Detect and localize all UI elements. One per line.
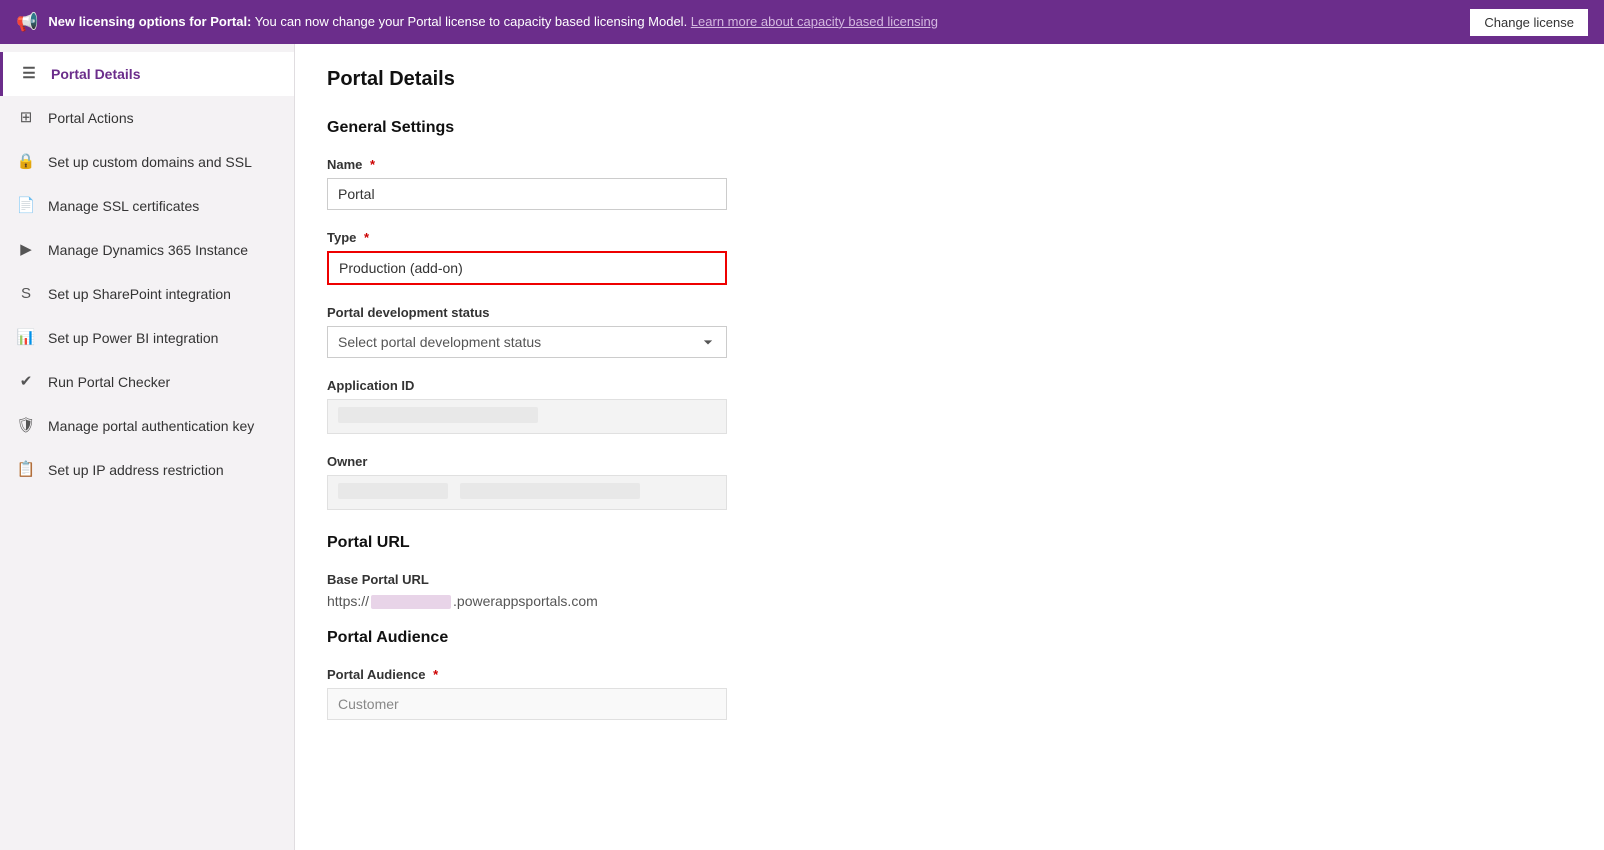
sidebar: ☰ Portal Details ⊞ Portal Actions 🔒 Set up cu… bbox=[0, 44, 295, 850]
portal-dev-status-label: Portal development status bbox=[327, 305, 1572, 320]
portal-audience-title: Portal Audience bbox=[327, 629, 1572, 647]
sidebar-item-label-dynamics-instance: Manage Dynamics 365 Instance bbox=[48, 241, 248, 259]
portal-audience-field: Customer bbox=[327, 688, 727, 720]
portal-url-section: Portal URL Base Portal URL https:// .powe… bbox=[327, 534, 1572, 609]
sidebar-item-label-portal-details: Portal Details bbox=[51, 65, 140, 83]
sidebar-item-auth-key[interactable]: 🛡 Manage portal authentication key bbox=[0, 404, 294, 448]
base-portal-url-group: Base Portal URL https:// .powerappsportal… bbox=[327, 572, 1572, 609]
type-input[interactable] bbox=[327, 251, 727, 285]
portal-url-title: Portal URL bbox=[327, 534, 1572, 552]
portal-checker-icon: ✔ bbox=[16, 372, 36, 392]
sidebar-item-label-sharepoint: Set up SharePoint integration bbox=[48, 285, 231, 303]
url-prefix: https:// bbox=[327, 593, 369, 609]
sidebar-item-label-ip-restriction: Set up IP address restriction bbox=[48, 461, 224, 479]
sidebar-item-sharepoint[interactable]: S Set up SharePoint integration bbox=[0, 272, 294, 316]
sidebar-item-ip-restriction[interactable]: 📋 Set up IP address restriction bbox=[0, 448, 294, 492]
application-id-skeleton bbox=[338, 407, 538, 423]
portal-audience-label: Portal Audience * bbox=[327, 667, 1572, 682]
portal-audience-section: Portal Audience Portal Audience * Custom… bbox=[327, 629, 1572, 720]
owner-field bbox=[327, 475, 727, 510]
sidebar-item-portal-details[interactable]: ☰ Portal Details bbox=[0, 52, 294, 96]
sidebar-item-label-portal-actions: Portal Actions bbox=[48, 109, 134, 127]
general-settings-section: General Settings Name * Type * Portal d bbox=[327, 119, 1572, 510]
owner-label: Owner bbox=[327, 454, 1572, 469]
banner-text-body: You can now change your Portal license t… bbox=[255, 14, 691, 29]
url-redacted bbox=[371, 595, 451, 609]
type-field-group: Type * bbox=[327, 230, 1572, 285]
name-label: Name * bbox=[327, 157, 1572, 172]
audience-required-star: * bbox=[433, 667, 438, 682]
sidebar-item-label-custom-domains: Set up custom domains and SSL bbox=[48, 153, 252, 171]
portal-dev-status-select[interactable]: Select portal development status Develop… bbox=[327, 326, 727, 358]
banner-text-prefix: New licensing options for Portal: bbox=[48, 14, 251, 29]
sharepoint-icon: S bbox=[16, 284, 36, 304]
sidebar-item-ssl-certs[interactable]: 📄 Manage SSL certificates bbox=[0, 184, 294, 228]
type-label: Type * bbox=[327, 230, 1572, 245]
owner-group: Owner bbox=[327, 454, 1572, 510]
ip-restriction-icon: 📋 bbox=[16, 460, 36, 480]
auth-key-icon: 🛡 bbox=[16, 416, 36, 436]
page-title: Portal Details bbox=[327, 68, 1572, 91]
portal-audience-value: Customer bbox=[338, 696, 399, 712]
base-portal-url-label: Base Portal URL bbox=[327, 572, 1572, 587]
general-settings-title: General Settings bbox=[327, 119, 1572, 137]
portal-details-icon: ☰ bbox=[19, 64, 39, 84]
sidebar-item-label-ssl-certs: Manage SSL certificates bbox=[48, 197, 199, 215]
sidebar-item-custom-domains[interactable]: 🔒 Set up custom domains and SSL bbox=[0, 140, 294, 184]
banner-learn-more-link[interactable]: Learn more about capacity based licensin… bbox=[691, 14, 938, 29]
sidebar-item-power-bi[interactable]: 📊 Set up Power BI integration bbox=[0, 316, 294, 360]
owner-skeleton-1 bbox=[338, 483, 448, 499]
ssl-certs-icon: 📄 bbox=[16, 196, 36, 216]
portal-audience-group: Portal Audience * Customer bbox=[327, 667, 1572, 720]
custom-domains-icon: 🔒 bbox=[16, 152, 36, 172]
sidebar-item-dynamics-instance[interactable]: ▶ Manage Dynamics 365 Instance bbox=[0, 228, 294, 272]
dynamics-instance-icon: ▶ bbox=[16, 240, 36, 260]
sidebar-item-portal-actions[interactable]: ⊞ Portal Actions bbox=[0, 96, 294, 140]
name-field-group: Name * bbox=[327, 157, 1572, 210]
type-required-star: * bbox=[364, 230, 369, 245]
application-id-label: Application ID bbox=[327, 378, 1572, 393]
sidebar-item-label-power-bi: Set up Power BI integration bbox=[48, 329, 218, 347]
main-content: Portal Details General Settings Name * T… bbox=[295, 44, 1604, 850]
sidebar-item-portal-checker[interactable]: ✔ Run Portal Checker bbox=[0, 360, 294, 404]
application-id-field bbox=[327, 399, 727, 434]
portal-actions-icon: ⊞ bbox=[16, 108, 36, 128]
application-id-group: Application ID bbox=[327, 378, 1572, 434]
notification-banner: 📢 New licensing options for Portal: You … bbox=[0, 0, 1604, 44]
base-portal-url-value: https:// .powerappsportals.com bbox=[327, 593, 1572, 609]
portal-dev-status-group: Portal development status Select portal … bbox=[327, 305, 1572, 358]
sidebar-item-label-auth-key: Manage portal authentication key bbox=[48, 417, 254, 435]
owner-skeleton-2 bbox=[460, 483, 640, 499]
megaphone-icon: 📢 bbox=[16, 12, 38, 33]
sidebar-item-label-portal-checker: Run Portal Checker bbox=[48, 373, 170, 391]
name-input[interactable] bbox=[327, 178, 727, 210]
name-required-star: * bbox=[370, 157, 375, 172]
url-suffix: .powerappsportals.com bbox=[453, 593, 598, 609]
change-license-button[interactable]: Change license bbox=[1470, 9, 1588, 36]
power-bi-icon: 📊 bbox=[16, 328, 36, 348]
